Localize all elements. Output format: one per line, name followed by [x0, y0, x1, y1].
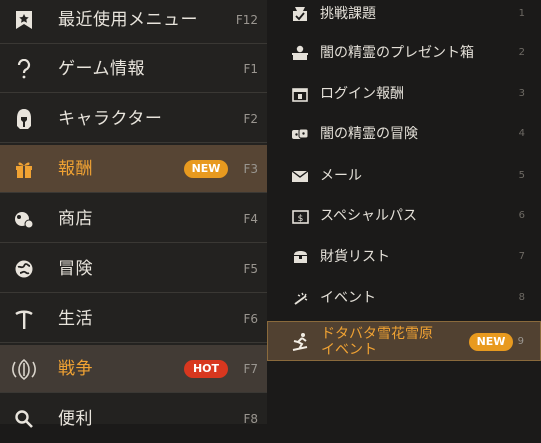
- pass-icon: $: [289, 206, 311, 226]
- submenu-item-label: 財貨リスト: [320, 249, 390, 265]
- submenu-item-spirit-adventure[interactable]: 闇の精霊の冒険 4: [267, 114, 541, 154]
- mail-icon: [289, 166, 311, 186]
- menu-item-rewards[interactable]: 報酬 NEW F3: [0, 145, 267, 193]
- menu-item-label: 冒険: [58, 259, 93, 279]
- menu-item-label: ゲーム情報: [58, 59, 145, 79]
- submenu-item-number: 6: [518, 210, 525, 221]
- menu-item-hotkey: F5: [243, 262, 258, 276]
- event-icon: [289, 288, 311, 308]
- globe-icon: [11, 256, 37, 282]
- submenu-item-spirit-gift-box[interactable]: 闇の精霊のプレゼント箱 2: [267, 33, 541, 73]
- menu-item-hotkey: F12: [235, 13, 258, 27]
- menu-item-war[interactable]: 戦争 HOT F7: [0, 345, 267, 393]
- hot-badge: HOT: [184, 360, 228, 378]
- chest-icon: [289, 247, 311, 267]
- menu-item-label: 商店: [58, 209, 93, 229]
- submenu-item-label: 挑戦課題: [320, 6, 376, 22]
- menu-item-hotkey: F6: [243, 312, 258, 326]
- menu-item-label: 最近使用メニュー: [58, 10, 198, 30]
- menu-item-label: 生活: [58, 309, 93, 329]
- shop-icon: [11, 206, 37, 232]
- menu-item-shop[interactable]: 商店 F4: [0, 195, 267, 243]
- menu-item-adventure[interactable]: 冒険 F5: [0, 245, 267, 293]
- submenu-item-number: 2: [518, 47, 525, 58]
- menu-item-hotkey: F8: [243, 412, 258, 426]
- menu-item-label: 戦争: [58, 359, 93, 379]
- menu-item-label: 報酬: [58, 159, 93, 179]
- submenu-item-number: 1: [518, 8, 525, 19]
- submenu-item-snow-event[interactable]: ドタバタ雪花雪原 イベント NEW 9: [267, 321, 541, 361]
- submenu-item-currency-list[interactable]: 財貨リスト 7: [267, 237, 541, 277]
- menu-item-hotkey: F2: [243, 112, 258, 126]
- menu-item-hotkey: F1: [243, 62, 258, 76]
- submenu-item-mail[interactable]: メール 5: [267, 156, 541, 196]
- submenu-item-number: 7: [518, 251, 525, 262]
- submenu-item-number: 5: [518, 170, 525, 181]
- menu-item-hotkey: F3: [243, 162, 258, 176]
- menu-item-game-info[interactable]: ゲーム情報 F1: [0, 45, 267, 93]
- shield-swords-icon: [11, 356, 37, 382]
- submenu-item-special-pass[interactable]: $ スペシャルパス 6: [267, 196, 541, 236]
- rewards-submenu-panel: 挑戦課題 1 闇の精霊のプレゼント箱 2 ログイン報酬 3 闇の精霊の冒険 4 …: [267, 0, 541, 424]
- dice-icon: [289, 124, 311, 144]
- magnifier-icon: [11, 406, 37, 432]
- menu-item-recent[interactable]: 最近使用メニュー F12: [0, 0, 267, 44]
- submenu-item-event[interactable]: イベント 8: [267, 278, 541, 318]
- submenu-item-label: スペシャルパス: [320, 208, 418, 224]
- menu-item-hotkey: F7: [243, 362, 258, 376]
- submenu-item-label: ログイン報酬: [320, 86, 404, 102]
- submenu-item-label: イベント: [320, 290, 376, 306]
- submenu-item-login-reward[interactable]: ログイン報酬 3: [267, 74, 541, 114]
- menu-item-label: キャラクター: [58, 109, 163, 129]
- menu-item-label: 便利: [58, 409, 93, 429]
- submenu-item-label: 闇の精霊のプレゼント箱: [320, 45, 474, 61]
- submenu-item-number: 8: [518, 292, 525, 303]
- question-icon: [11, 56, 37, 82]
- svg-text:$: $: [297, 214, 303, 224]
- calendar-icon: [289, 84, 311, 104]
- submenu-item-number: 9: [517, 336, 524, 347]
- submenu-item-label: 闇の精霊の冒険: [320, 126, 418, 142]
- gift-icon: [11, 156, 37, 182]
- new-badge: NEW: [184, 160, 228, 178]
- new-badge: NEW: [469, 333, 513, 351]
- submenu-item-label: メール: [320, 168, 362, 184]
- menu-item-hotkey: F4: [243, 212, 258, 226]
- submenu-item-challenge[interactable]: 挑戦課題 1: [267, 0, 541, 34]
- helmet-icon: [11, 106, 37, 132]
- main-menu-panel: 最近使用メニュー F12 ゲーム情報 F1 キャラクター F2 報酬 NEW F…: [0, 0, 267, 429]
- submenu-item-number: 3: [518, 88, 525, 99]
- bookmark-star-icon: [11, 7, 37, 33]
- challenge-icon: [289, 4, 311, 24]
- submenu-item-number: 4: [518, 128, 525, 139]
- menu-item-utility[interactable]: 便利 F8: [0, 395, 267, 443]
- menu-item-life[interactable]: 生活 F6: [0, 295, 267, 343]
- submenu-item-label: ドタバタ雪花雪原 イベント: [321, 326, 433, 358]
- ski-icon: [290, 332, 312, 352]
- spirit-gift-icon: [289, 43, 311, 63]
- menu-item-character[interactable]: キャラクター F2: [0, 95, 267, 143]
- pickaxe-icon: [11, 306, 37, 332]
